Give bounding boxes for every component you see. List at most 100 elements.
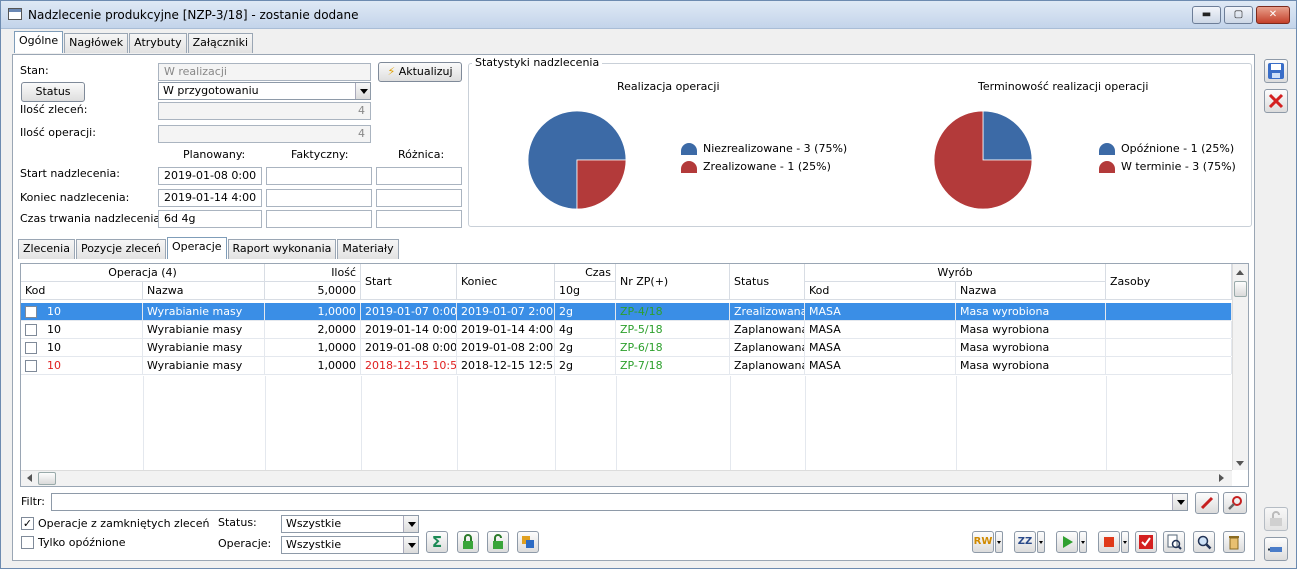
column-divider bbox=[555, 376, 556, 472]
tab-ogolne[interactable]: Ogólne bbox=[14, 31, 64, 53]
start-dropdown[interactable] bbox=[1079, 531, 1087, 553]
delete-button[interactable] bbox=[1223, 531, 1245, 553]
header-operacja[interactable]: Operacja (4) bbox=[21, 264, 265, 282]
maximize-button[interactable]: ▢ bbox=[1224, 6, 1253, 24]
row-checkbox[interactable] bbox=[25, 360, 37, 372]
stop-operation-button[interactable] bbox=[1098, 531, 1120, 553]
start-operation-button[interactable] bbox=[1056, 531, 1078, 553]
cell-start: 2019-01-14 0:00 bbox=[361, 321, 457, 338]
header-czas[interactable]: Czas bbox=[555, 264, 616, 282]
row-checkbox[interactable] bbox=[25, 306, 37, 318]
chevron-down-icon[interactable] bbox=[355, 83, 370, 99]
header-nazwa[interactable]: Nazwa bbox=[143, 282, 265, 300]
pin-window-button[interactable] bbox=[1264, 537, 1288, 561]
scroll-down-arrow-icon[interactable] bbox=[1236, 461, 1244, 470]
pencil-eraser-icon bbox=[1200, 496, 1214, 510]
zz-dropdown[interactable] bbox=[1037, 531, 1045, 553]
cell-nr-zp[interactable]: ZP-7/18 bbox=[616, 357, 730, 374]
grid-horizontal-scrollbar[interactable] bbox=[21, 470, 1232, 486]
cell-kod: 10 bbox=[43, 339, 143, 356]
tab-zalaczniki[interactable]: Załączniki bbox=[187, 33, 254, 53]
cell-koniec: 2019-01-08 2:00 bbox=[457, 339, 555, 356]
tab-operacje[interactable]: Operacje bbox=[166, 237, 227, 259]
bottom-operacje-select[interactable]: Wszystkie bbox=[281, 536, 419, 554]
save-button[interactable] bbox=[1264, 59, 1288, 83]
stop-dropdown[interactable] bbox=[1121, 531, 1129, 553]
cell-kod: 10 bbox=[43, 303, 143, 320]
chevron-down-icon[interactable] bbox=[403, 537, 418, 553]
table-row[interactable]: 10 Wyrabianie masy 1,0000 2019-01-07 0:0… bbox=[21, 303, 1232, 321]
cell-wyrob-nazwa: Masa wyrobiona bbox=[956, 321, 1106, 338]
chevron-down-icon[interactable] bbox=[403, 516, 418, 532]
table-row[interactable]: 10 Wyrabianie masy 1,0000 2019-01-08 0:0… bbox=[21, 339, 1232, 357]
cell-nr-zp[interactable]: ZP-5/18 bbox=[616, 321, 730, 338]
koniec-planned-field[interactable]: 2019-01-14 4:00 bbox=[158, 189, 262, 207]
resources-button[interactable] bbox=[517, 531, 539, 553]
filter-builder-button[interactable] bbox=[1223, 492, 1247, 514]
aktualizuj-button[interactable]: ⚡ Aktualizuj bbox=[378, 62, 462, 82]
header-nr-zp[interactable]: Nr ZP(+) bbox=[616, 264, 730, 300]
cancel-button[interactable] bbox=[1264, 89, 1288, 113]
bottom-status-select[interactable]: Wszystkie bbox=[281, 515, 419, 533]
header-wyrob-kod[interactable]: Kod bbox=[805, 282, 956, 300]
scroll-up-arrow-icon[interactable] bbox=[1236, 266, 1244, 275]
only-late-checkbox[interactable] bbox=[21, 536, 34, 549]
preview-button[interactable] bbox=[1163, 531, 1185, 553]
header-wyrob[interactable]: Wyrób bbox=[805, 264, 1106, 282]
minimize-button[interactable]: ▬ bbox=[1192, 6, 1221, 24]
tab-raport-wykonania[interactable]: Raport wykonania bbox=[227, 239, 337, 259]
bottom-status-value: Wszystkie bbox=[286, 517, 342, 530]
trash-icon bbox=[1229, 536, 1239, 550]
rw-button[interactable]: RW bbox=[972, 531, 994, 553]
cell-status: Zaplanowana bbox=[730, 357, 805, 374]
horizontal-scroll-thumb[interactable] bbox=[38, 472, 56, 485]
header-wyrob-nazwa[interactable]: Nazwa bbox=[956, 282, 1106, 300]
header-koniec[interactable]: Koniec bbox=[457, 264, 555, 300]
cell-nr-zp[interactable]: ZP-6/18 bbox=[616, 339, 730, 356]
header-kod[interactable]: Kod bbox=[21, 282, 143, 300]
statistics-group: Statystyki nadzlecenia Realizacja operac… bbox=[468, 56, 1252, 227]
cell-koniec: 2019-01-14 4:00 bbox=[457, 321, 555, 338]
scroll-right-arrow-icon[interactable] bbox=[1219, 474, 1228, 482]
search-button[interactable] bbox=[1193, 531, 1215, 553]
unlock-window-button[interactable] bbox=[1264, 507, 1288, 531]
koniec-actual-field[interactable] bbox=[266, 189, 372, 207]
unlock-button[interactable] bbox=[487, 531, 509, 553]
czas-actual-field[interactable] bbox=[266, 210, 372, 228]
stan-field: W realizacji bbox=[158, 63, 371, 81]
tab-pozycje-zlecen[interactable]: Pozycje zleceń bbox=[75, 239, 166, 259]
close-window-button[interactable]: ✕ bbox=[1256, 6, 1290, 24]
header-status[interactable]: Status bbox=[730, 264, 805, 300]
rw-dropdown[interactable] bbox=[995, 531, 1003, 553]
header-ilosc[interactable]: Ilość bbox=[265, 264, 361, 282]
cell-nazwa: Wyrabianie masy bbox=[143, 339, 265, 356]
row-checkbox[interactable] bbox=[25, 342, 37, 354]
header-zasoby[interactable]: Zasoby bbox=[1106, 264, 1232, 300]
zz-button[interactable]: ZZ bbox=[1014, 531, 1036, 553]
tab-naglowek[interactable]: Nagłówek bbox=[64, 33, 129, 53]
scroll-left-arrow-icon[interactable] bbox=[23, 474, 32, 482]
status-button[interactable]: Status bbox=[21, 82, 85, 102]
status-select[interactable]: W przygotowaniu bbox=[158, 82, 371, 100]
zz-icon: ZZ bbox=[1017, 536, 1033, 547]
filter-input[interactable] bbox=[51, 493, 1188, 511]
complete-operation-button[interactable] bbox=[1135, 531, 1157, 553]
header-start[interactable]: Start bbox=[361, 264, 457, 300]
vertical-scroll-thumb[interactable] bbox=[1234, 281, 1247, 297]
tab-atrybuty[interactable]: Atrybuty bbox=[129, 33, 187, 53]
grid-vertical-scrollbar[interactable] bbox=[1232, 264, 1248, 470]
lock-button[interactable] bbox=[457, 531, 479, 553]
chevron-down-icon[interactable] bbox=[1172, 494, 1187, 510]
table-row[interactable]: 10 Wyrabianie masy 1,0000 2018-12-15 10:… bbox=[21, 357, 1232, 375]
start-actual-field[interactable] bbox=[266, 167, 372, 185]
start-planned-field[interactable]: 2019-01-08 0:00 bbox=[158, 167, 262, 185]
table-row[interactable]: 10 Wyrabianie masy 2,0000 2019-01-14 0:0… bbox=[21, 321, 1232, 339]
clear-filter-button[interactable] bbox=[1195, 492, 1219, 514]
czas-planned-field[interactable]: 6d 4g bbox=[158, 210, 262, 228]
tab-materialy[interactable]: Materiały bbox=[337, 239, 399, 259]
tab-zlecenia[interactable]: Zlecenia bbox=[18, 239, 75, 259]
row-checkbox[interactable] bbox=[25, 324, 37, 336]
cell-nr-zp[interactable]: ZP-4/18 bbox=[616, 303, 730, 320]
closed-orders-checkbox[interactable]: ✓ bbox=[21, 517, 34, 530]
sum-button[interactable]: Σ bbox=[426, 531, 448, 553]
